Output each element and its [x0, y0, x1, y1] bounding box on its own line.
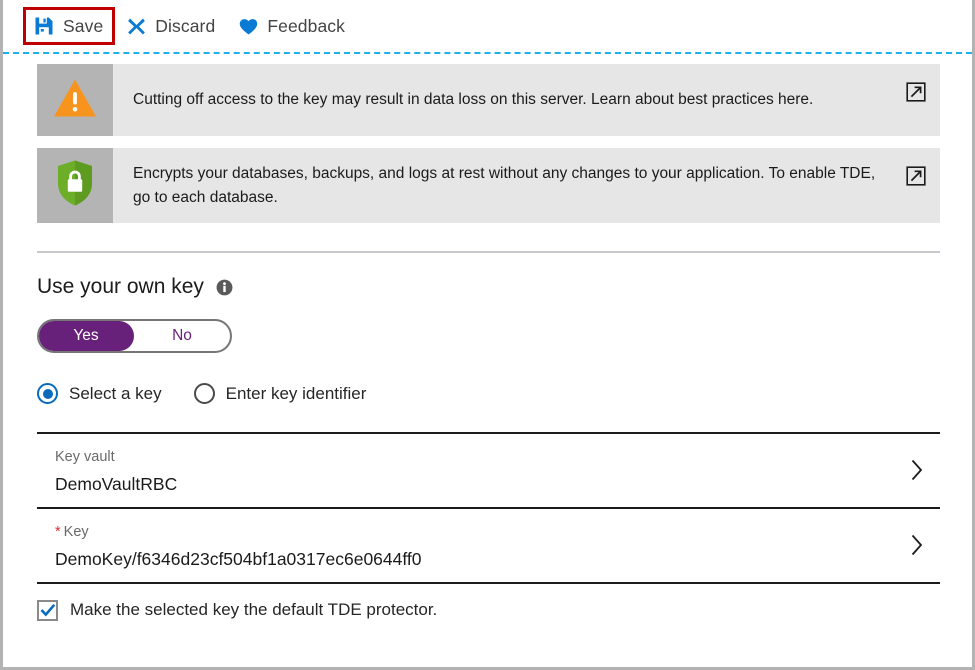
- command-toolbar: Save Discard Feedback: [3, 0, 972, 52]
- key-source-radio-group: Select a key Enter key identifier: [37, 383, 940, 404]
- radio-indicator-selected: [37, 383, 58, 404]
- discard-button-label: Discard: [155, 16, 215, 37]
- key-field-label-text: Key: [64, 524, 89, 540]
- save-button-label: Save: [63, 16, 103, 37]
- save-icon: [33, 15, 55, 37]
- heart-icon: [237, 15, 259, 37]
- radio-select-a-key[interactable]: Select a key: [37, 383, 162, 404]
- external-link-icon[interactable]: [906, 166, 926, 186]
- radio-indicator-unselected: [194, 383, 215, 404]
- toggle-option-no[interactable]: No: [134, 321, 230, 351]
- use-own-key-toggle[interactable]: Yes No: [37, 319, 232, 353]
- required-asterisk: *: [55, 524, 61, 540]
- section-divider: [37, 251, 940, 253]
- close-x-icon: [125, 15, 147, 37]
- use-own-key-heading: Use your own key: [37, 275, 940, 299]
- chevron-right-icon[interactable]: [910, 458, 924, 482]
- chevron-right-icon[interactable]: [910, 533, 924, 557]
- feedback-button[interactable]: Feedback: [227, 7, 357, 45]
- encryption-banner: Encrypts your databases, backups, and lo…: [37, 148, 940, 223]
- key-vault-field-value: DemoVaultRBC: [55, 474, 896, 496]
- radio-select-a-key-label: Select a key: [69, 384, 162, 404]
- toolbar-divider: [3, 52, 972, 54]
- warning-banner-text: Cutting off access to the key may result…: [113, 64, 940, 136]
- page-title: Use your own key: [37, 275, 204, 299]
- radio-enter-key-identifier[interactable]: Enter key identifier: [194, 383, 367, 404]
- tde-protector-panel: Save Discard Feedback: [0, 0, 975, 670]
- key-field[interactable]: *Key DemoKey/f6346d23cf504bf1a0317ec6e06…: [37, 509, 940, 584]
- encryption-banner-icon-cell: [37, 148, 113, 223]
- radio-enter-key-identifier-label: Enter key identifier: [226, 384, 367, 404]
- key-field-label: *Key: [55, 523, 896, 542]
- shield-lock-icon: [55, 159, 95, 212]
- warning-triangle-icon: [52, 77, 98, 124]
- key-vault-field-label: Key vault: [55, 448, 896, 467]
- checkbox-indicator-checked: [37, 600, 58, 621]
- feedback-button-label: Feedback: [267, 16, 345, 37]
- info-circle-icon[interactable]: [216, 279, 233, 296]
- warning-banner: Cutting off access to the key may result…: [37, 64, 940, 136]
- external-link-icon[interactable]: [906, 82, 926, 102]
- save-button[interactable]: Save: [23, 7, 115, 45]
- default-tde-protector-label: Make the selected key the default TDE pr…: [70, 600, 437, 620]
- key-vault-field[interactable]: Key vault DemoVaultRBC: [37, 432, 940, 509]
- key-field-value: DemoKey/f6346d23cf504bf1a0317ec6e0644ff0: [55, 549, 896, 571]
- toggle-option-yes[interactable]: Yes: [38, 321, 134, 351]
- warning-banner-icon-cell: [37, 64, 113, 136]
- default-tde-protector-checkbox[interactable]: Make the selected key the default TDE pr…: [37, 600, 940, 621]
- encryption-banner-text: Encrypts your databases, backups, and lo…: [113, 148, 940, 223]
- discard-button[interactable]: Discard: [115, 7, 227, 45]
- panel-content: Cutting off access to the key may result…: [3, 64, 972, 621]
